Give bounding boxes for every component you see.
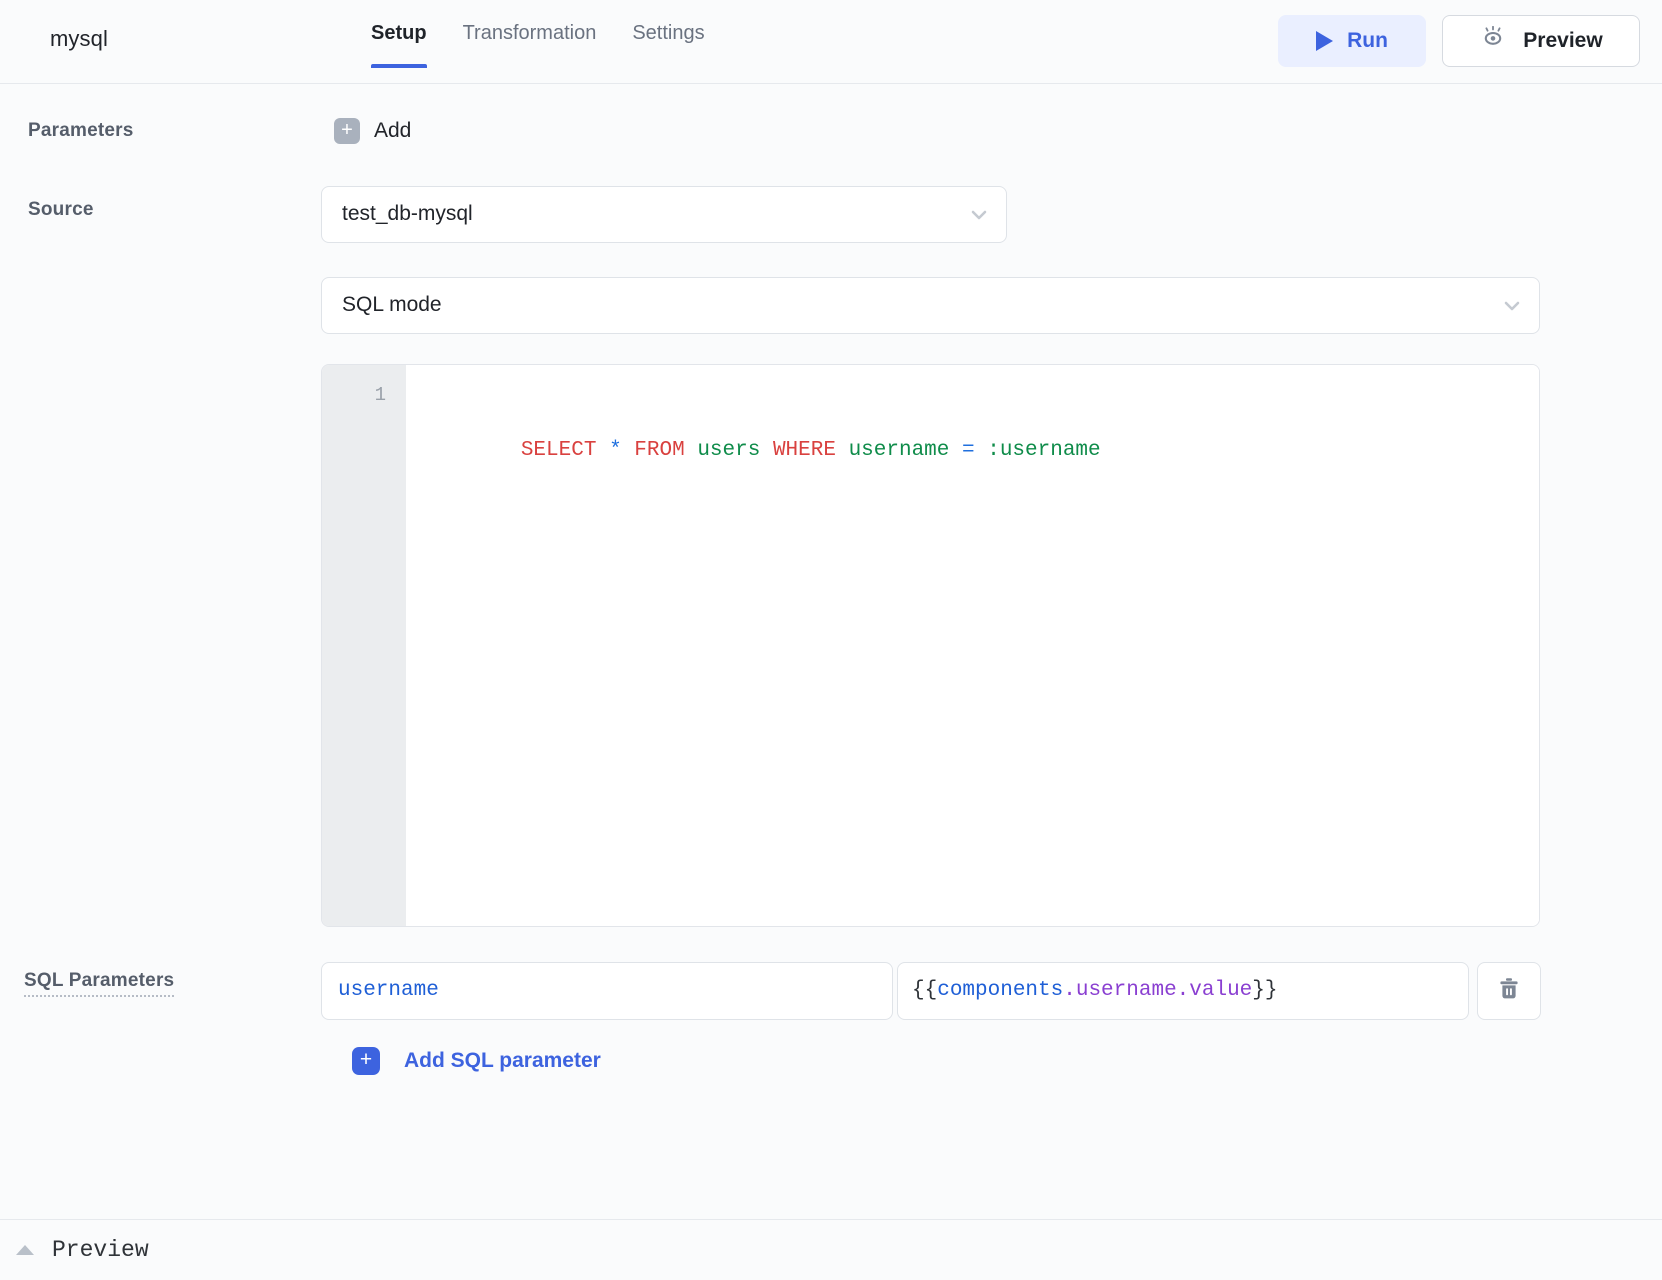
add-sql-parameter-button[interactable]: + Add SQL parameter — [352, 1047, 601, 1075]
plus-icon: + — [352, 1047, 380, 1075]
query-editor-page: mysql Setup Transformation Settings Run — [0, 0, 1662, 1280]
mustache-open-brace: {{ — [912, 979, 937, 1002]
header-bar: mysql Setup Transformation Settings Run — [0, 0, 1662, 84]
sql-token-from: FROM — [634, 439, 684, 462]
editor-gutter: 1 — [322, 365, 406, 926]
sql-parameters-label: SQL Parameters — [24, 970, 174, 997]
run-button[interactable]: Run — [1278, 15, 1426, 67]
plus-icon: + — [334, 118, 360, 144]
sql-token-column: username — [849, 439, 950, 462]
sql-parameter-key-input[interactable]: username — [321, 962, 893, 1020]
preview-button[interactable]: Preview — [1442, 15, 1640, 67]
preview-panel-toggle[interactable]: Preview — [0, 1219, 1662, 1280]
trash-icon — [1496, 975, 1522, 1008]
preview-button-label: Preview — [1523, 29, 1602, 53]
parameters-label: Parameters — [28, 120, 134, 142]
sql-code-editor[interactable]: 1 SELECT * FROM users WHERE username = :… — [321, 364, 1540, 927]
preview-panel-label: Preview — [52, 1237, 149, 1263]
mustache-root-token: components — [937, 979, 1063, 1002]
page-title: mysql — [50, 26, 108, 52]
sql-mode-select-value: SQL mode — [342, 293, 442, 317]
source-select-value: test_db-mysql — [342, 202, 473, 226]
chevron-down-icon — [968, 204, 990, 226]
sql-token-star: * — [609, 439, 622, 462]
eye-icon — [1479, 26, 1507, 56]
sql-token-users: users — [697, 439, 760, 462]
sql-query-line: SELECT * FROM users WHERE username = :us… — [420, 439, 1101, 490]
tab-bar: Setup Transformation Settings — [353, 20, 723, 68]
play-icon — [1316, 31, 1333, 51]
caret-up-icon — [16, 1245, 34, 1255]
sql-parameter-value-input[interactable]: {{components.username.value}} — [897, 962, 1469, 1020]
source-select[interactable]: test_db-mysql — [321, 186, 1007, 243]
sql-mode-select[interactable]: SQL mode — [321, 277, 1540, 334]
sql-token-where: WHERE — [773, 439, 836, 462]
chevron-down-icon — [1501, 295, 1523, 317]
mustache-prop-token: .username.value — [1063, 979, 1252, 1002]
sql-token-bindparam: :username — [987, 439, 1100, 462]
source-label: Source — [28, 199, 94, 221]
tab-settings[interactable]: Settings — [614, 20, 722, 68]
add-sql-parameter-label: Add SQL parameter — [404, 1049, 601, 1073]
line-number: 1 — [322, 381, 406, 409]
mustache-close-brace: }} — [1252, 979, 1277, 1002]
editor-content[interactable]: SELECT * FROM users WHERE username = :us… — [406, 365, 1539, 926]
run-button-label: Run — [1347, 29, 1388, 53]
header-actions: Run Preview — [1278, 15, 1640, 67]
tab-transformation[interactable]: Transformation — [445, 20, 615, 68]
add-parameter-button[interactable]: + Add — [334, 118, 411, 144]
add-parameter-label: Add — [374, 119, 411, 143]
sql-token-equals: = — [962, 439, 975, 462]
tab-setup[interactable]: Setup — [353, 20, 445, 68]
delete-sql-parameter-button[interactable] — [1477, 962, 1541, 1020]
sql-token-select: SELECT — [521, 439, 597, 462]
